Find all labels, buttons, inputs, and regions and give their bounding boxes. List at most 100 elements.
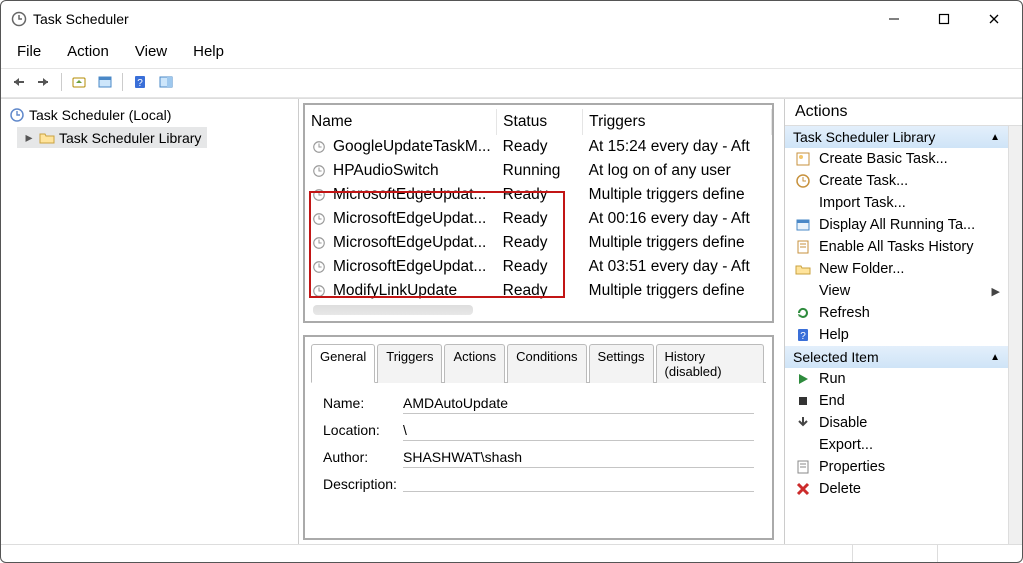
action-import[interactable]: Import Task... bbox=[785, 192, 1008, 214]
label-name: Name: bbox=[323, 395, 403, 414]
running-icon bbox=[795, 217, 811, 233]
action-end[interactable]: End bbox=[785, 390, 1008, 412]
task-table: Name Status Triggers GoogleUpdateTaskM..… bbox=[305, 109, 772, 303]
action-export[interactable]: Export... bbox=[785, 434, 1008, 456]
detail-panel: General Triggers Actions Conditions Sett… bbox=[303, 335, 774, 540]
task-triggers: At 03:51 every day - Aft bbox=[583, 255, 772, 279]
detail-form: Name:AMDAutoUpdate Location:\ Author:SHA… bbox=[305, 383, 772, 504]
task-name: HPAudioSwitch bbox=[333, 162, 439, 180]
col-triggers[interactable]: Triggers bbox=[583, 109, 772, 135]
task-row[interactable]: ModifyLinkUpdateReadyMultiple triggers d… bbox=[305, 279, 772, 303]
col-name[interactable]: Name bbox=[305, 109, 497, 135]
forward-button[interactable] bbox=[33, 71, 55, 93]
task-triggers: At 00:16 every day - Aft bbox=[583, 207, 772, 231]
tab-history[interactable]: History (disabled) bbox=[656, 344, 764, 383]
task-triggers: At log on of any user bbox=[583, 159, 772, 183]
task-status: Ready bbox=[497, 183, 583, 207]
value-description[interactable] bbox=[403, 476, 754, 492]
body: Task Scheduler (Local) ▸ Task Scheduler … bbox=[1, 98, 1022, 544]
action-new-folder[interactable]: New Folder... bbox=[785, 258, 1008, 280]
app-window: Task Scheduler File Action View Help ? T… bbox=[0, 0, 1023, 563]
task-row[interactable]: MicrosoftEdgeUpdat...ReadyAt 00:16 every… bbox=[305, 207, 772, 231]
toolbar-separator bbox=[61, 73, 62, 91]
tab-conditions[interactable]: Conditions bbox=[507, 344, 586, 383]
vertical-scrollbar[interactable] bbox=[1008, 126, 1022, 544]
label-description: Description: bbox=[323, 476, 403, 492]
task-row[interactable]: GoogleUpdateTaskM...ReadyAt 15:24 every … bbox=[305, 135, 772, 159]
value-name[interactable]: AMDAutoUpdate bbox=[403, 395, 754, 414]
up-button[interactable] bbox=[68, 71, 90, 93]
chevron-right-icon: ▸ bbox=[23, 129, 35, 146]
clock-icon bbox=[311, 283, 327, 299]
menu-file[interactable]: File bbox=[11, 41, 47, 62]
tree-pane: Task Scheduler (Local) ▸ Task Scheduler … bbox=[1, 99, 299, 544]
task-name: ModifyLinkUpdate bbox=[333, 282, 457, 300]
clock-icon bbox=[311, 211, 327, 227]
tab-settings[interactable]: Settings bbox=[589, 344, 654, 383]
task-name: MicrosoftEdgeUpdat... bbox=[333, 186, 486, 204]
task-name: MicrosoftEdgeUpdat... bbox=[333, 210, 486, 228]
action-help[interactable]: ?Help bbox=[785, 324, 1008, 346]
tree-child-library[interactable]: ▸ Task Scheduler Library bbox=[17, 127, 207, 148]
action-run[interactable]: Run bbox=[785, 368, 1008, 390]
properties-button[interactable] bbox=[94, 71, 116, 93]
action-enable-history[interactable]: Enable All Tasks History bbox=[785, 236, 1008, 258]
actions-pane: Actions Task Scheduler Library ▲ Create … bbox=[784, 99, 1022, 544]
task-row[interactable]: MicrosoftEdgeUpdat...ReadyAt 03:51 every… bbox=[305, 255, 772, 279]
action-display-running[interactable]: Display All Running Ta... bbox=[785, 214, 1008, 236]
svg-text:?: ? bbox=[800, 331, 806, 342]
clock-icon bbox=[311, 163, 327, 179]
disable-icon bbox=[795, 415, 811, 431]
value-location: \ bbox=[403, 422, 754, 441]
tab-general[interactable]: General bbox=[311, 344, 375, 383]
app-icon bbox=[11, 11, 27, 27]
show-pane-button[interactable] bbox=[155, 71, 177, 93]
help-button[interactable]: ? bbox=[129, 71, 151, 93]
back-button[interactable] bbox=[7, 71, 29, 93]
task-row[interactable]: MicrosoftEdgeUpdat...ReadyMultiple trigg… bbox=[305, 231, 772, 255]
minimize-button[interactable] bbox=[876, 5, 912, 33]
action-properties[interactable]: Properties bbox=[785, 456, 1008, 478]
folder-icon bbox=[39, 130, 55, 146]
menu-action[interactable]: Action bbox=[61, 41, 115, 62]
help-icon: ? bbox=[795, 327, 811, 343]
col-status[interactable]: Status bbox=[497, 109, 583, 135]
action-view[interactable]: View▶ bbox=[785, 280, 1008, 302]
value-author: SHASHWAT\shash bbox=[403, 449, 754, 468]
action-refresh[interactable]: Refresh bbox=[785, 302, 1008, 324]
tab-actions[interactable]: Actions bbox=[444, 344, 505, 383]
action-disable[interactable]: Disable bbox=[785, 412, 1008, 434]
section-library[interactable]: Task Scheduler Library ▲ bbox=[785, 126, 1008, 148]
action-delete[interactable]: Delete bbox=[785, 478, 1008, 500]
window-title: Task Scheduler bbox=[33, 11, 129, 27]
close-button[interactable] bbox=[976, 5, 1012, 33]
action-create-basic[interactable]: Create Basic Task... bbox=[785, 148, 1008, 170]
task-status: Ready bbox=[497, 231, 583, 255]
toolbar-separator-2 bbox=[122, 73, 123, 91]
blank-icon bbox=[795, 283, 811, 299]
clock-icon bbox=[311, 187, 327, 203]
horizontal-scrollbar[interactable] bbox=[313, 305, 473, 315]
chevron-right-icon: ▶ bbox=[992, 285, 1000, 298]
section-selected[interactable]: Selected Item ▲ bbox=[785, 346, 1008, 368]
collapse-icon: ▲ bbox=[990, 132, 1000, 143]
task-icon bbox=[795, 173, 811, 189]
tree-root[interactable]: Task Scheduler (Local) bbox=[5, 105, 294, 125]
tab-triggers[interactable]: Triggers bbox=[377, 344, 442, 383]
new-folder-icon bbox=[795, 261, 811, 277]
titlebar: Task Scheduler bbox=[1, 1, 1022, 37]
menu-view[interactable]: View bbox=[129, 41, 173, 62]
center-pane: Name Status Triggers GoogleUpdateTaskM..… bbox=[299, 99, 784, 544]
menu-help[interactable]: Help bbox=[187, 41, 230, 62]
action-create-task[interactable]: Create Task... bbox=[785, 170, 1008, 192]
tree-root-label: Task Scheduler (Local) bbox=[29, 107, 171, 123]
refresh-icon bbox=[795, 305, 811, 321]
task-row[interactable]: HPAudioSwitchRunningAt log on of any use… bbox=[305, 159, 772, 183]
task-row[interactable]: MicrosoftEdgeUpdat...ReadyMultiple trigg… bbox=[305, 183, 772, 207]
import-icon bbox=[795, 195, 811, 211]
clock-icon bbox=[311, 259, 327, 275]
maximize-button[interactable] bbox=[926, 5, 962, 33]
task-triggers: Multiple triggers define bbox=[583, 231, 772, 255]
delete-icon bbox=[795, 481, 811, 497]
end-icon bbox=[795, 393, 811, 409]
